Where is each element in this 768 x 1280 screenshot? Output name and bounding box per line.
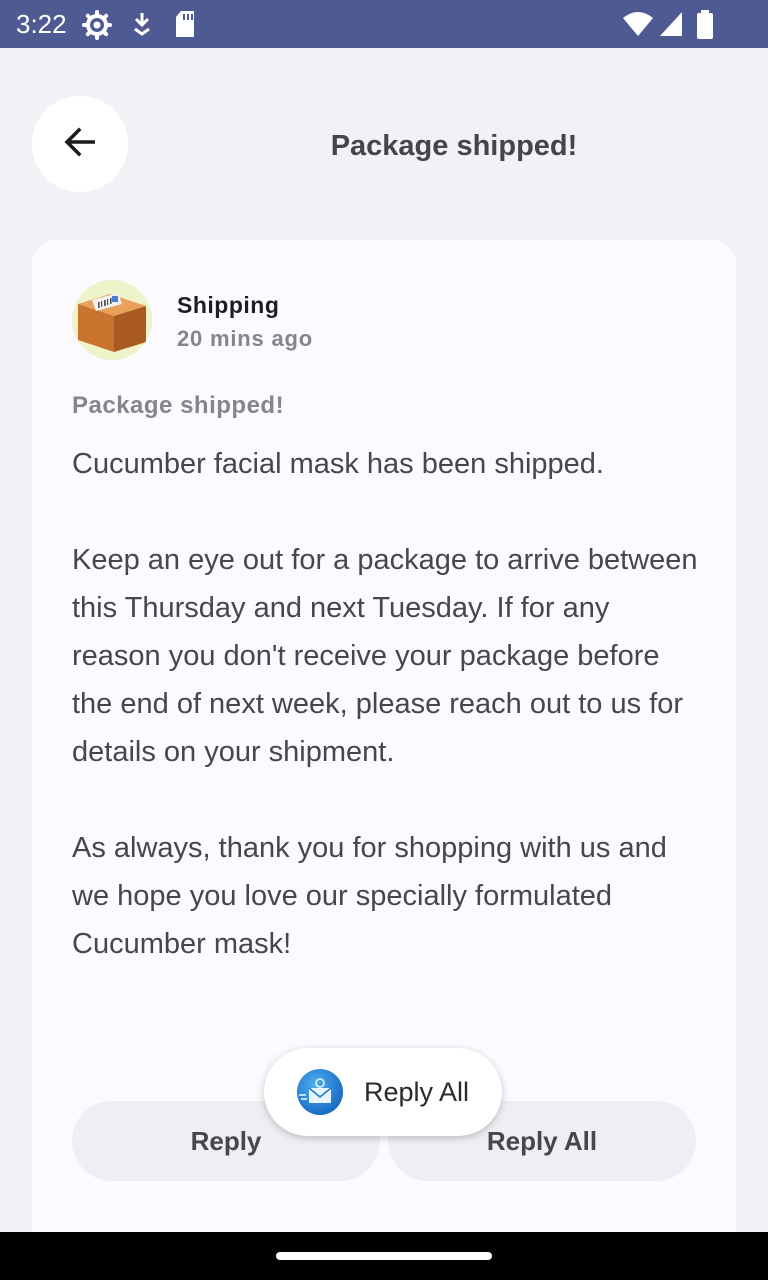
- signal-icon: [658, 10, 684, 43]
- navigation-bar: [0, 1232, 768, 1280]
- reply-all-tooltip: Reply All: [264, 1048, 502, 1136]
- email-body-paragraph: Cucumber facial mask has been shipped.: [72, 448, 604, 480]
- back-button[interactable]: [32, 96, 128, 192]
- sd-card-icon: [174, 10, 196, 43]
- tooltip-label: Reply All: [364, 1076, 470, 1107]
- settings-icon: [82, 10, 112, 45]
- wifi-icon: [622, 10, 654, 43]
- status-time: 3:22: [16, 9, 67, 39]
- package-box-icon: [72, 293, 152, 360]
- status-bar: 3:22: [0, 0, 768, 48]
- battery-icon: [696, 10, 714, 45]
- email-body-paragraph: As always, thank you for shopping with u…: [72, 832, 667, 960]
- sender-avatar: [72, 280, 152, 360]
- mail-app-icon: [296, 1068, 344, 1116]
- home-gesture-handle[interactable]: [276, 1252, 492, 1260]
- top-app-bar: Package shipped!: [0, 48, 768, 240]
- sender-name: Shipping: [177, 292, 280, 318]
- download-icon: [132, 10, 152, 43]
- email-body-paragraph: Keep an eye out for a package to arrive …: [72, 544, 698, 768]
- arrow-back-icon: [62, 124, 98, 165]
- email-timestamp: 20 mins ago: [177, 326, 313, 351]
- email-subject: Package shipped!: [72, 392, 285, 419]
- email-body: Cucumber facial mask has been shipped. K…: [72, 440, 702, 1016]
- page-title: Package shipped!: [330, 130, 578, 162]
